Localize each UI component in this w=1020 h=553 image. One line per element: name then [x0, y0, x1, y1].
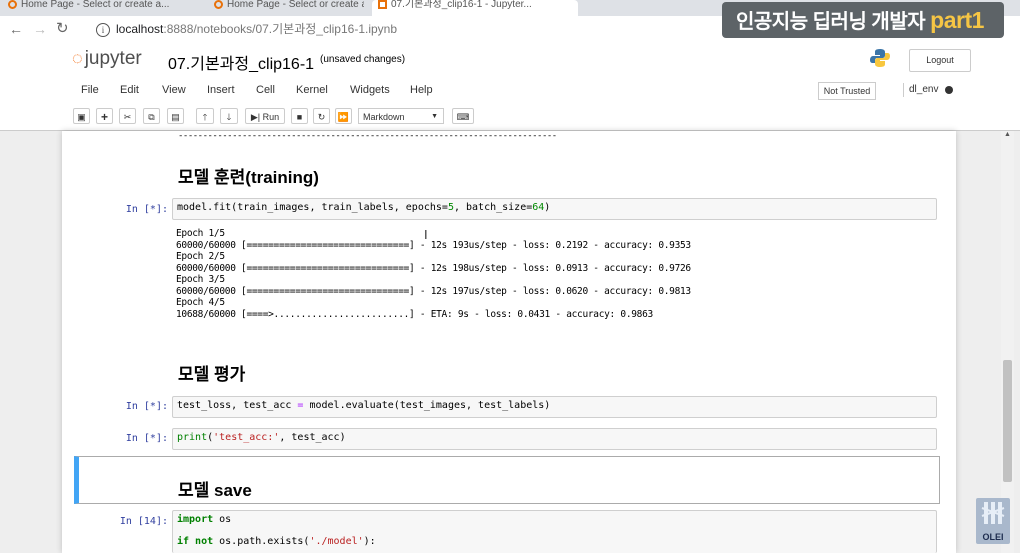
- not-trusted-indicator[interactable]: Not Trusted: [818, 82, 876, 100]
- browser-tab-active[interactable]: 07.기본과정_clip16-1 - Jupyter...: [372, 0, 578, 16]
- run-button[interactable]: ▶| Run: [245, 108, 285, 124]
- cut-icon[interactable]: ✂: [119, 108, 136, 124]
- move-up-icon[interactable]: 🡑: [196, 108, 214, 124]
- move-down-icon[interactable]: 🡓: [220, 108, 238, 124]
- output-separator: ----------------------------------------…: [178, 131, 557, 141]
- url-field[interactable]: i localhost:8888/notebooks/07.기본과정_clip16…: [96, 19, 716, 39]
- copy-icon[interactable]: ⧉: [143, 108, 160, 124]
- menu-cell[interactable]: Cell: [256, 84, 275, 96]
- add-cell-icon[interactable]: +: [96, 108, 113, 124]
- paste-icon[interactable]: ▤: [167, 108, 184, 124]
- output-line: Epoch 4/5: [176, 297, 225, 308]
- jupyter-logo[interactable]: ◌ jupyter: [72, 48, 142, 70]
- menu-widgets[interactable]: Widgets: [350, 84, 390, 96]
- kernel-name: dl_env: [903, 83, 938, 97]
- page-scrollbar[interactable]: [1001, 131, 1014, 553]
- output-line: 60000/60000 [===========================…: [176, 262, 691, 274]
- chevron-down-icon: ▼: [431, 113, 438, 120]
- code-cell-evaluate[interactable]: test_loss, test_acc = model.evaluate(tes…: [172, 396, 937, 418]
- scroll-up-icon[interactable]: ▲: [1002, 131, 1013, 138]
- cell-prompt: In [*]:: [125, 204, 168, 215]
- save-icon[interactable]: ▣: [73, 108, 90, 124]
- heading-evaluation[interactable]: 모델 평가: [178, 360, 245, 385]
- run-icon: ▶|: [250, 112, 261, 122]
- code-line: if not os.path.exists('./model'):: [177, 536, 376, 547]
- output-line: Epoch 1/5: [176, 228, 225, 239]
- cell-type-select[interactable]: Markdown ▼: [358, 108, 444, 124]
- heading-model-save[interactable]: 모델 save: [178, 476, 252, 501]
- reload-icon[interactable]: ↻: [56, 16, 69, 42]
- menu-view[interactable]: View: [162, 84, 186, 96]
- menu-help[interactable]: Help: [410, 84, 433, 96]
- cell-prompt: In [*]:: [125, 433, 168, 444]
- code-cell-fit[interactable]: model.fit(train_images, train_labels, ep…: [172, 198, 937, 220]
- output-line: 10688/60000 [====>......................…: [176, 308, 653, 320]
- menu-insert[interactable]: Insert: [207, 84, 235, 96]
- browser-tab[interactable]: Home Page - Select or create a...: [214, 0, 364, 16]
- back-arrow-icon[interactable]: ←: [9, 16, 23, 42]
- info-icon: i: [96, 23, 110, 37]
- cell-prompt: In [*]:: [125, 401, 168, 412]
- python-kernel-icon: [870, 49, 890, 67]
- jupyter-header: [0, 42, 1020, 78]
- code-line: import os: [177, 514, 232, 525]
- text-cursor-icon: I: [424, 227, 428, 242]
- restart-icon[interactable]: ↻: [313, 108, 330, 124]
- cell-prompt: In [14]:: [119, 516, 168, 527]
- jupyter-favicon-icon: [214, 0, 223, 9]
- jupyter-favicon-icon: [8, 0, 17, 9]
- forward-arrow-icon[interactable]: →: [33, 16, 47, 42]
- olei-brand-text: OLEI: [982, 532, 1004, 542]
- scrollbar-thumb[interactable]: [1003, 360, 1012, 482]
- notebook-favicon-icon: [378, 0, 387, 9]
- menu-file[interactable]: File: [81, 84, 99, 96]
- keyboard-icon[interactable]: ⌨: [452, 108, 474, 124]
- code-cell-import[interactable]: import os if not os.path.exists('./model'…: [172, 510, 937, 553]
- kernel-status-icon: [945, 86, 953, 94]
- browser-tab[interactable]: Home Page - Select or create a...: [4, 0, 188, 16]
- olei-emblem-icon: [981, 502, 1005, 524]
- notebook-name[interactable]: 07.기본과정_clip16-1: [168, 50, 314, 74]
- output-line: 60000/60000 [===========================…: [176, 239, 691, 251]
- interrupt-icon[interactable]: ■: [291, 108, 308, 124]
- jupyter-logo-icon: ◌: [72, 48, 83, 68]
- output-line: Epoch 2/5: [176, 251, 225, 262]
- save-status: (unsaved changes): [320, 54, 406, 65]
- cell-output: Epoch 1/5 60000/60000 [==================…: [176, 228, 691, 320]
- heading-training[interactable]: 모델 훈련(training): [178, 163, 319, 188]
- output-line: Epoch 3/5: [176, 274, 225, 285]
- code-cell-print[interactable]: print('test_acc:', test_acc): [172, 428, 937, 450]
- logout-button[interactable]: Logout: [909, 49, 971, 72]
- output-line: 60000/60000 [===========================…: [176, 285, 691, 297]
- menu-kernel[interactable]: Kernel: [296, 84, 328, 96]
- channel-watermark: 인공지능 딥러닝 개발자 part1: [722, 2, 1004, 38]
- menu-edit[interactable]: Edit: [120, 84, 139, 96]
- fast-forward-icon[interactable]: ⏩: [335, 108, 352, 124]
